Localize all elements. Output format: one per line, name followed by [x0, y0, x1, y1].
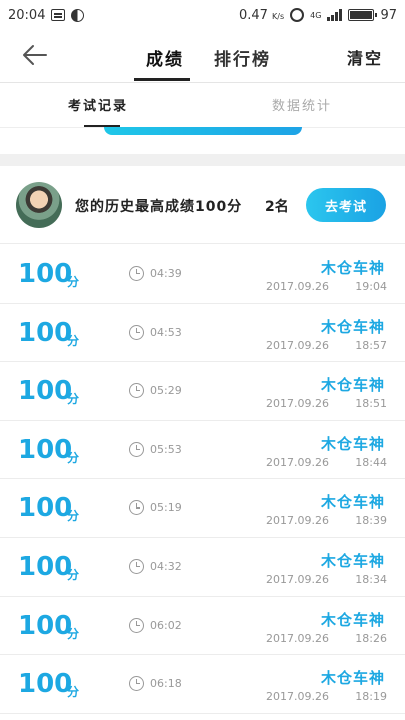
record-user-name: 木仓车神: [320, 493, 385, 512]
status-left: 20:04: [8, 7, 85, 23]
record-score-unit: 分: [67, 626, 80, 641]
avatar: [16, 182, 62, 228]
status-right: 0.47 K/s 4G 97: [239, 8, 397, 23]
signal-icon: [327, 9, 343, 21]
record-score-unit: 分: [67, 450, 80, 465]
record-user-name: 木仓车神: [320, 669, 385, 688]
data-saver-icon: [71, 8, 85, 22]
record-date: 2017.09.26: [266, 455, 329, 469]
record-time: 18:19: [355, 690, 387, 704]
take-exam-button[interactable]: 去考试: [306, 188, 386, 222]
record-score-unit: 分: [67, 392, 80, 407]
record-user-name: 木仓车神: [320, 376, 385, 395]
record-user-name: 木仓车神: [320, 434, 385, 453]
clear-button[interactable]: 清空: [347, 45, 383, 69]
record-score: 100: [18, 317, 73, 348]
alarm-icon: [290, 8, 305, 22]
tab-score[interactable]: 成绩: [146, 45, 184, 70]
record-row[interactable]: 100 分 05:29 木仓车神 2017.09.26 18:51: [0, 362, 405, 421]
record-duration: 04:53: [150, 325, 182, 339]
record-duration: 06:18: [150, 677, 182, 691]
clock-icon: [129, 324, 144, 340]
clock-icon: [129, 558, 144, 574]
record-duration: 05:19: [150, 501, 182, 515]
record-score: 100: [18, 376, 73, 407]
clock-icon: [129, 500, 144, 516]
tab-active-indicator: [134, 78, 190, 81]
record-score: 100: [18, 259, 73, 289]
record-row[interactable]: 100 分 04:53 木仓车神 2017.09.26 18:57: [0, 304, 405, 363]
record-row[interactable]: 100 分 06:02 木仓车神 2017.09.26 18:26: [0, 597, 405, 656]
record-row[interactable]: 100 分 05:53 木仓车神 2017.09.26 18:44: [0, 421, 405, 480]
record-duration: 05:29: [150, 384, 182, 398]
best-score-text: 您的历史最高成绩100分: [75, 199, 243, 215]
clock-icon: [129, 383, 144, 399]
status-bar: 20:04 0.47 K/s 4G 97: [0, 0, 405, 30]
network-speed-unit: K/s: [272, 11, 285, 21]
status-time: 20:04: [8, 7, 46, 23]
tab-ranking[interactable]: 排行榜: [214, 45, 271, 70]
record-time: 18:39: [355, 514, 387, 528]
record-user-name: 木仓车神: [320, 551, 385, 570]
clock-icon: [129, 441, 144, 457]
record-user-name: 木仓车神: [320, 610, 385, 629]
record-score-unit: 分: [67, 685, 80, 700]
record-score-unit: 分: [67, 567, 80, 582]
record-score-unit: 分: [67, 509, 80, 524]
record-duration: 06:02: [150, 618, 182, 632]
record-duration: 04:39: [150, 267, 182, 280]
record-score: 100: [18, 610, 73, 641]
record-date: 2017.09.26: [266, 631, 329, 645]
subtab-exam-records[interactable]: 考试记录: [68, 95, 128, 114]
subtab-data-stats[interactable]: 数据统计: [272, 95, 332, 114]
record-time: 18:51: [355, 397, 387, 411]
record-time: 18:44: [355, 455, 387, 469]
record-row[interactable]: 100 分 04:39 木仓车神 2017.09.26 19:04: [0, 245, 405, 304]
record-score: 100: [18, 434, 73, 465]
best-rank: 2名: [265, 199, 289, 215]
screen: 20:04 0.47 K/s 4G 97 成绩 排行榜 清空 考试记录 数据统计: [0, 0, 405, 720]
record-duration: 05:53: [150, 442, 182, 456]
record-date: 2017.09.26: [266, 338, 329, 352]
record-user-name: 木仓车神: [320, 259, 385, 277]
network-speed: 0.47 K/s: [239, 8, 284, 23]
record-score: 100: [18, 551, 73, 582]
record-date: 2017.09.26: [266, 397, 329, 411]
record-score-unit: 分: [67, 275, 80, 289]
back-button[interactable]: [20, 40, 50, 70]
record-duration: 04:32: [150, 559, 182, 573]
best-score-card: 您的历史最高成绩100分 2名 去考试: [0, 166, 405, 244]
clock-icon: [129, 617, 144, 633]
record-date: 2017.09.26: [266, 514, 329, 528]
record-user-name: 木仓车神: [320, 317, 385, 336]
sub-tabs: 考试记录 数据统计: [0, 83, 405, 128]
network-speed-value: 0.47: [238, 7, 268, 23]
record-row[interactable]: 100 分 05:19 木仓车神 2017.09.26 18:39: [0, 479, 405, 538]
top-nav: 成绩 排行榜 清空: [0, 30, 405, 81]
battery-level: 97: [380, 7, 397, 23]
record-time: 19:04: [355, 280, 387, 293]
record-score-unit: 分: [67, 333, 80, 348]
section-separator: [0, 154, 405, 166]
record-row[interactable]: 100 分 04:32 木仓车神 2017.09.26 18:34: [0, 538, 405, 597]
back-arrow-icon: [23, 45, 47, 65]
battery-icon: [348, 9, 378, 21]
record-date: 2017.09.26: [266, 690, 329, 704]
clock-icon: [129, 266, 144, 281]
header-banner-edge: [104, 127, 302, 135]
records-list: 100 分 04:39 木仓车神 2017.09.26 19:04 100 分 04:53 木仓车…: [0, 245, 405, 714]
record-row[interactable]: 100 分 06:18 木仓车神 2017.09.26 18:19: [0, 655, 405, 714]
record-score: 100: [18, 493, 73, 524]
clock-icon: [129, 676, 144, 692]
record-score: 100: [18, 669, 73, 700]
record-date: 2017.09.26: [266, 572, 329, 586]
record-time: 18:57: [355, 338, 387, 352]
network-type: 4G: [310, 10, 322, 20]
record-time: 18:26: [355, 631, 387, 645]
record-date: 2017.09.26: [266, 280, 329, 293]
notification-icon: [51, 9, 66, 21]
record-time: 18:34: [355, 572, 387, 586]
